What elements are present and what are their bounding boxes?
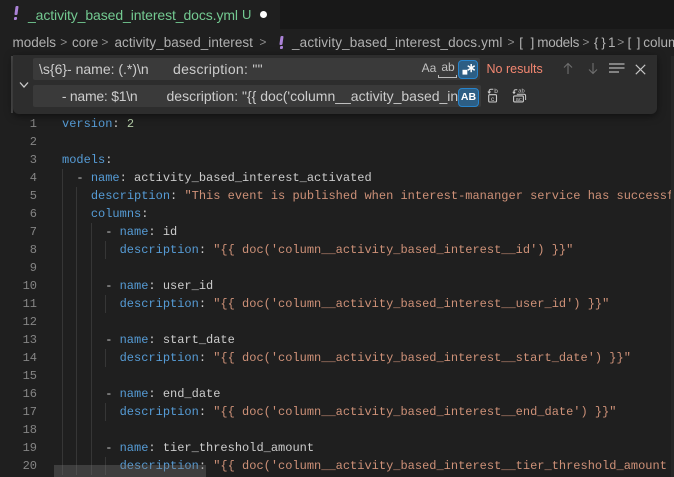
svg-text:ab: ab [518,88,524,94]
svg-text:ac: ac [516,97,522,103]
svg-text:b: b [494,88,498,95]
